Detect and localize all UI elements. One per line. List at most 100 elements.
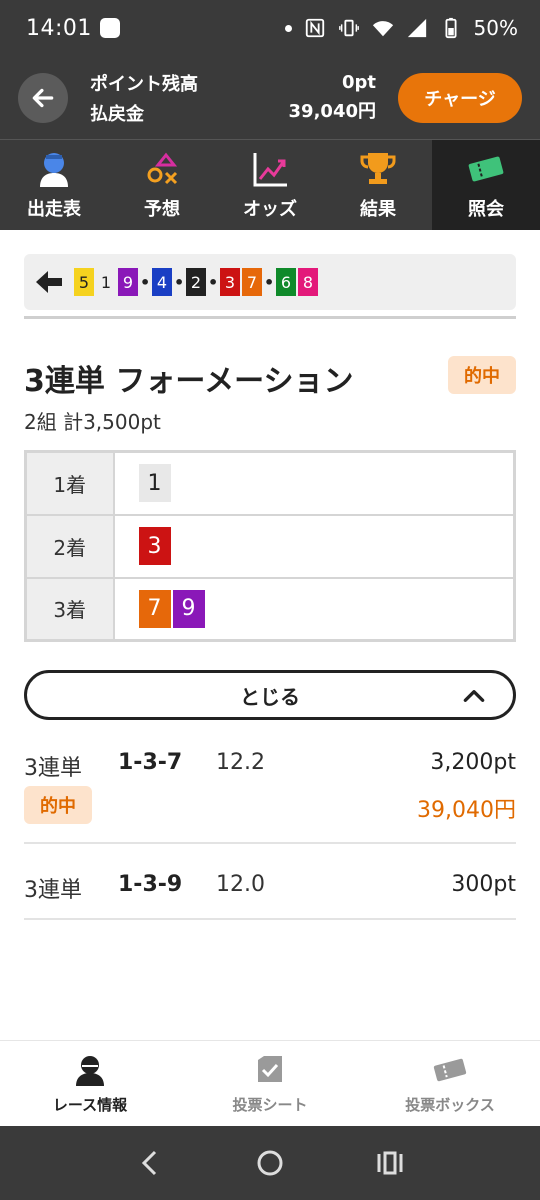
divider [24, 842, 516, 844]
horse-number: 1 [96, 268, 116, 296]
tab-inquiry[interactable]: 照会 [432, 140, 540, 230]
chevron-up-icon [463, 690, 485, 702]
refund-label: 払戻金 [90, 103, 144, 125]
separator-dot: • [264, 272, 275, 292]
main-content: 5 1 9 • 4 • 2 • 3 7 • 6 8 3連単 フォーメーション 的中 2組 計3,500p… [0, 230, 540, 1040]
tab-nav: 出走表 予想 オッズ 結果 照会 [0, 140, 540, 230]
points-label: ポイント残高 [90, 73, 198, 95]
notification-icon [99, 18, 120, 38]
horse-number: 9 [172, 589, 205, 628]
chart-icon [250, 149, 290, 189]
horse-number: 3 [138, 527, 171, 565]
tab-label: オッズ [243, 199, 297, 220]
status-time: 14:01 [26, 15, 92, 41]
ticket-icon [466, 149, 506, 189]
horse-number: 3 [220, 268, 240, 296]
separator-dot: • [208, 272, 219, 292]
ticket-amount: 300pt [451, 872, 516, 897]
ticket-hit-badge: 的中 [24, 786, 92, 824]
ticket-type: 3連単 [24, 878, 82, 903]
ticket-row: 3連単 1-3-7 12.2 3,200pt 的中 39,040円 [24, 750, 516, 830]
charge-button[interactable]: チャージ [398, 72, 522, 123]
header: ポイント残高 払戻金 0pt 39,040円 チャージ [0, 56, 540, 140]
home-circle-icon [257, 1150, 283, 1176]
ticket-payout: 39,040円 [417, 798, 516, 823]
horse-number: 8 [298, 268, 318, 296]
position-label: 1着 [25, 451, 115, 516]
recents-icon [377, 1151, 403, 1175]
ticket-row: 3連単 1-3-9 12.0 300pt [24, 872, 516, 912]
jockey-icon [34, 149, 74, 189]
signal-icon [406, 17, 428, 39]
formation-row: 2着 3 [25, 514, 515, 579]
nav-label: レース情報 [52, 1096, 128, 1114]
horse-number: 4 [152, 268, 172, 296]
bet-title: 3連単 フォーメーション [24, 364, 354, 399]
ticket-combo: 1-3-7 [118, 750, 183, 775]
ticket-type: 3連単 [24, 756, 82, 781]
position-numbers: 1 [113, 451, 515, 516]
bottom-nav: レース情報 投票シート 投票ボックス [0, 1040, 540, 1126]
system-back-button[interactable] [135, 1148, 165, 1178]
formation-row: 3着 7 9 [25, 577, 515, 641]
divider [24, 316, 516, 319]
tab-label: 予想 [144, 199, 180, 220]
position-numbers: 3 [113, 514, 515, 579]
hit-badge: 的中 [448, 356, 516, 394]
horse-number: 1 [138, 464, 171, 503]
nav-label: 投票ボックス [405, 1096, 495, 1114]
chevron-left-icon [141, 1150, 157, 1176]
arrow-left-icon [32, 88, 54, 107]
nav-label: 投票シート [232, 1096, 308, 1114]
horse-number: 9 [118, 268, 138, 296]
position-numbers: 79 [114, 578, 515, 641]
tab-label: 出走表 [27, 199, 81, 220]
tab-odds[interactable]: オッズ [216, 140, 324, 230]
separator-dot: • [140, 272, 151, 292]
nav-race-info[interactable]: レース情報 [0, 1041, 180, 1126]
horse-number: 2 [186, 268, 206, 296]
system-recents-button[interactable] [375, 1148, 405, 1178]
ticket-odds: 12.0 [216, 872, 265, 897]
refund-value: 39,040円 [288, 101, 376, 122]
horse-number: 7 [138, 589, 171, 628]
close-label: とじる [240, 684, 300, 709]
tab-label: 照会 [468, 199, 504, 220]
tab-entries[interactable]: 出走表 [0, 140, 108, 230]
jockey-icon [72, 1052, 108, 1088]
vibrate-icon [338, 17, 360, 39]
check-sheet-icon [252, 1052, 288, 1088]
horse-number: 7 [242, 268, 262, 296]
result-strip: 5 1 9 • 4 • 2 • 3 7 • 6 8 [24, 254, 516, 310]
divider [24, 918, 516, 920]
battery-percent: 50% [473, 16, 518, 40]
formation-row: 1着 1 [25, 451, 515, 516]
ticket-combo: 1-3-9 [118, 872, 183, 897]
nav-bet-sheet[interactable]: 投票シート [180, 1041, 360, 1126]
tab-results[interactable]: 結果 [324, 140, 432, 230]
ticket-icon [432, 1052, 468, 1088]
dot-icon [284, 24, 292, 32]
position-label: 3着 [25, 577, 115, 641]
tab-prediction[interactable]: 予想 [108, 140, 216, 230]
nfc-icon [304, 17, 326, 39]
wifi-icon [372, 17, 394, 39]
horse-number: 6 [276, 268, 296, 296]
ticket-odds: 12.2 [216, 750, 265, 775]
system-nav [0, 1126, 540, 1200]
trophy-icon [358, 149, 398, 189]
position-label: 2着 [25, 514, 115, 579]
arrow-left-icon [36, 268, 64, 296]
battery-icon [440, 17, 462, 39]
close-button[interactable]: とじる [24, 670, 516, 720]
status-bar: 14:01 50% [0, 0, 540, 56]
ticket-amount: 3,200pt [430, 750, 516, 775]
bet-summary: 2組 計3,500pt [24, 410, 161, 434]
tab-label: 結果 [360, 199, 396, 220]
points-value: 0pt [341, 72, 376, 93]
nav-bet-box[interactable]: 投票ボックス [360, 1041, 540, 1126]
prediction-icon [142, 149, 182, 189]
formation-table: 1着 1 2着 3 3着 7 9 [24, 450, 516, 642]
back-button[interactable] [18, 72, 68, 123]
system-home-button[interactable] [255, 1148, 285, 1178]
